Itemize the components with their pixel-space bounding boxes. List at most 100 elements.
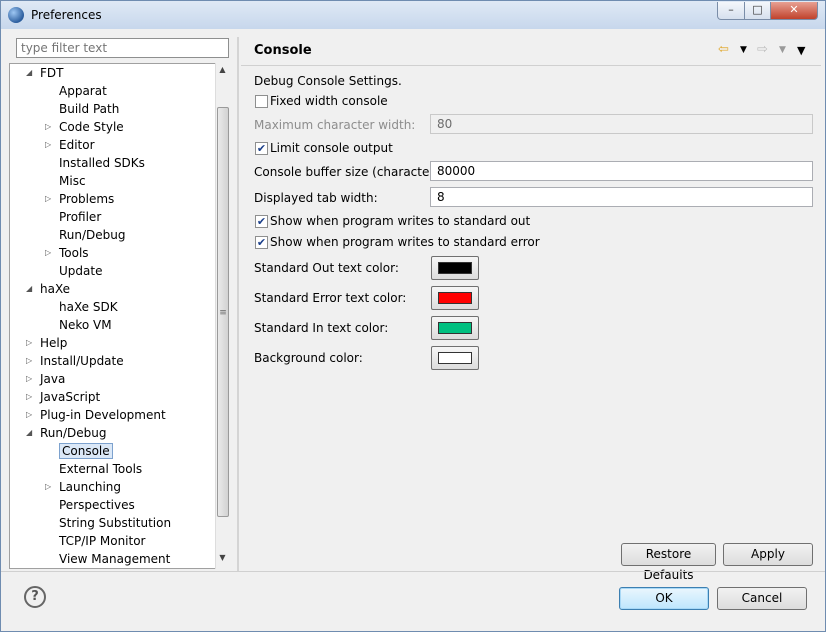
tree-item[interactable]: ▷ Java <box>26 370 65 388</box>
tree-item[interactable]: ▷ Launching <box>45 478 121 496</box>
tree-item[interactable]: ▷ Install/Update <box>26 352 124 370</box>
expanded-twisty-icon[interactable]: ◢ <box>26 64 32 82</box>
panel-sash[interactable] <box>237 37 239 571</box>
tree-item[interactable]: Run/Debug <box>59 226 126 244</box>
tree-item[interactable]: haXe SDK <box>59 298 118 316</box>
stderr-color-button[interactable] <box>431 286 479 310</box>
tree-item[interactable]: ▷ JavaScript <box>26 388 100 406</box>
background-color-button[interactable] <box>431 346 479 370</box>
tree-item[interactable]: Update <box>59 262 102 280</box>
collapsed-twisty-icon[interactable]: ▷ <box>26 352 32 370</box>
tree-item[interactable]: ▷ Code Style <box>45 118 124 136</box>
expanded-twisty-icon[interactable]: ◢ <box>26 424 32 442</box>
title-bar[interactable]: Preferences – □ ✕ <box>1 1 825 29</box>
tree-scrollbar[interactable]: ▲ ≡ ▼ <box>215 63 230 569</box>
collapsed-twisty-icon[interactable]: ▷ <box>45 478 51 496</box>
scrollbar-thumb[interactable]: ≡ <box>217 107 229 517</box>
tree-item[interactable]: ▷ Editor <box>45 136 95 154</box>
tree-item[interactable]: ▷ Help <box>26 334 68 352</box>
tree-item[interactable]: Neko VM <box>59 316 112 334</box>
ok-button[interactable]: OK <box>619 587 709 610</box>
tree-item[interactable]: String Substitution <box>59 514 171 532</box>
view-menu-icon[interactable]: ▼ <box>797 44 805 57</box>
tree-item-label: Problems <box>59 192 115 206</box>
tree-item-label: Update <box>59 264 103 278</box>
collapsed-twisty-icon[interactable]: ▷ <box>26 388 32 406</box>
tree-item[interactable]: External Tools <box>59 460 142 478</box>
scroll-down-arrow-icon[interactable]: ▼ <box>216 553 229 567</box>
tree-item-label: Plug-in Development <box>40 408 166 422</box>
show-stderr-checkbox[interactable]: ✔ <box>255 236 268 249</box>
buffer-size-field[interactable] <box>430 161 813 181</box>
tree-item[interactable]: Misc <box>59 172 86 190</box>
console-preference-page: Console ⇦ ▼ ⇨ ▼ ▼ Debug Console Settings… <box>241 37 821 582</box>
restore-defaults-button[interactable]: Restore Defaults <box>621 543 716 582</box>
cancel-button[interactable]: Cancel <box>717 587 807 610</box>
fixed-width-checkbox[interactable] <box>255 95 268 108</box>
stderr-color-label: Standard Error text color: <box>254 291 407 305</box>
tree-item-label: TCP/IP Monitor <box>59 534 146 548</box>
tree-item[interactable]: ◢ Run/Debug <box>26 424 107 442</box>
limit-output-checkbox[interactable]: ✔ <box>255 142 268 155</box>
scroll-up-arrow-icon[interactable]: ▲ <box>216 65 229 79</box>
tab-width-field[interactable] <box>430 187 813 207</box>
tree-item[interactable]: Installed SDKs <box>59 154 145 172</box>
close-button[interactable]: ✕ <box>770 2 818 20</box>
forward-dropdown-icon[interactable]: ▼ <box>779 45 786 55</box>
collapsed-twisty-icon[interactable]: ▷ <box>45 136 51 154</box>
tree-item[interactable]: Build Path <box>59 100 119 118</box>
tree-item[interactable]: ◢ FDT <box>26 64 63 82</box>
minimize-button[interactable]: – <box>717 2 745 20</box>
limit-output-label: Limit console output <box>270 141 393 155</box>
tree-item-label: Installed SDKs <box>59 156 145 170</box>
tree-item-label: Build Path <box>59 102 120 116</box>
tree-item[interactable]: Apparat <box>59 82 107 100</box>
tree-item[interactable]: View Management <box>59 550 170 568</box>
fixed-width-label: Fixed width console <box>270 94 388 108</box>
tree-item-label: Help <box>40 336 68 350</box>
stdin-color-button[interactable] <box>431 316 479 340</box>
show-stderr-label: Show when program writes to standard err… <box>270 235 540 249</box>
maximize-button[interactable]: □ <box>744 2 771 20</box>
tree-item[interactable]: Profiler <box>59 208 101 226</box>
show-stdout-checkbox[interactable]: ✔ <box>255 215 268 228</box>
preferences-window: Preferences – □ ✕ ◢ FDT Apparat Build Path ▷… <box>0 0 826 632</box>
tree-item[interactable]: Perspectives <box>59 496 135 514</box>
apply-button[interactable]: Apply <box>723 543 813 566</box>
tree-item-label: Apparat <box>59 84 107 98</box>
page-header: Console ⇦ ▼ ⇨ ▼ ▼ <box>241 37 821 66</box>
stdout-color-button[interactable] <box>431 256 479 280</box>
page-title: Console <box>254 43 312 58</box>
collapsed-twisty-icon[interactable]: ▷ <box>26 406 32 424</box>
tree-item-label: String Substitution <box>59 516 172 530</box>
forward-arrow-icon[interactable]: ⇨ <box>757 42 768 57</box>
filter-input[interactable] <box>16 38 229 58</box>
stdin-color-label: Standard In text color: <box>254 321 389 335</box>
collapsed-twisty-icon[interactable]: ▷ <box>45 190 51 208</box>
tree-item[interactable]: ◢ haXe <box>26 280 70 298</box>
tree-item[interactable]: ▷ Problems <box>45 190 115 208</box>
tree-item-label: Tools <box>59 246 89 260</box>
collapsed-twisty-icon[interactable]: ▷ <box>45 244 51 262</box>
page-description: Debug Console Settings. <box>254 74 402 88</box>
collapsed-twisty-icon[interactable]: ▷ <box>26 334 32 352</box>
collapsed-twisty-icon[interactable]: ▷ <box>45 118 51 136</box>
stdin-color-swatch <box>438 322 472 334</box>
back-arrow-icon[interactable]: ⇦ <box>718 42 729 57</box>
tree-item[interactable]: TCP/IP Monitor <box>59 532 146 550</box>
eclipse-app-icon <box>8 7 24 23</box>
collapsed-twisty-icon[interactable]: ▷ <box>26 370 32 388</box>
max-char-width-label: Maximum character width: <box>254 118 416 132</box>
expanded-twisty-icon[interactable]: ◢ <box>26 280 32 298</box>
tree-item-label: Code Style <box>59 120 124 134</box>
tree-item-label: Console <box>59 443 113 459</box>
back-dropdown-icon[interactable]: ▼ <box>740 45 747 55</box>
tree-item[interactable]: Console <box>59 442 113 460</box>
tree-item[interactable]: ▷ Tools <box>45 244 89 262</box>
tab-width-label: Displayed tab width: <box>254 191 378 205</box>
help-icon[interactable]: ? <box>24 586 46 608</box>
max-char-width-field <box>430 114 813 134</box>
stdout-color-label: Standard Out text color: <box>254 261 399 275</box>
tree-item[interactable]: ▷ Plug-in Development <box>26 406 166 424</box>
tree-item-label: Perspectives <box>59 498 135 512</box>
